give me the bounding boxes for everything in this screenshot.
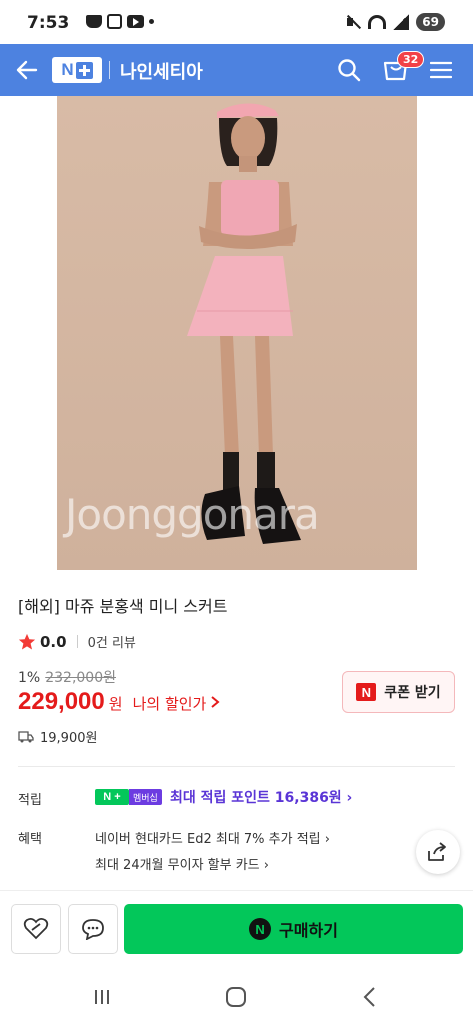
naver-plus-membership-badge: N + 멤버십 bbox=[95, 789, 162, 805]
shipping-fee: 19,900원 bbox=[40, 731, 98, 746]
truck-icon bbox=[18, 731, 34, 743]
scan-icon bbox=[107, 14, 122, 29]
buy-button[interactable]: N 구매하기 bbox=[124, 904, 463, 954]
section-divider bbox=[18, 766, 455, 767]
nav-back-icon[interactable] bbox=[360, 986, 380, 1008]
purchase-bar: N 구매하기 bbox=[0, 890, 473, 970]
share-icon bbox=[428, 842, 446, 861]
status-bar: 7:53 69 bbox=[0, 0, 473, 44]
sale-price: 229,000 bbox=[18, 688, 105, 715]
rating-divider bbox=[76, 635, 78, 648]
naver-n-icon: N bbox=[356, 683, 377, 701]
home-icon[interactable] bbox=[226, 987, 246, 1007]
benefit-label: 혜택 bbox=[18, 832, 42, 847]
coupon-label: 쿠폰 받기 bbox=[384, 685, 441, 701]
membership-tag: 멤버십 bbox=[129, 789, 162, 805]
battery-icon: 69 bbox=[416, 13, 445, 31]
share-button[interactable] bbox=[416, 830, 460, 874]
my-discount-price-link[interactable]: 나의 할인가 bbox=[133, 693, 207, 714]
store-name[interactable]: 나인세티아 bbox=[120, 58, 203, 84]
product-image[interactable]: Joonggonara bbox=[57, 96, 417, 570]
recent-apps-icon[interactable] bbox=[93, 988, 111, 1006]
heart-icon bbox=[23, 917, 49, 940]
app-header: N 나인세티아 32 bbox=[0, 44, 473, 96]
header-divider bbox=[109, 61, 110, 79]
rating-value: 0.0 bbox=[40, 632, 67, 651]
coffee-icon bbox=[86, 15, 102, 28]
search-icon[interactable] bbox=[337, 58, 361, 82]
coupon-button[interactable]: N 쿠폰 받기 bbox=[342, 671, 455, 713]
talktalk-button[interactable] bbox=[68, 904, 118, 954]
price-unit: 원 bbox=[108, 695, 123, 713]
points-label: 적립 bbox=[18, 793, 42, 808]
back-arrow-icon[interactable] bbox=[16, 59, 38, 81]
product-title: [해외] 마쥬 분홍색 미니 스커트 bbox=[18, 597, 228, 616]
system-nav-bar bbox=[0, 970, 473, 1024]
notification-icons bbox=[86, 14, 154, 29]
youtube-icon bbox=[127, 15, 144, 28]
naver-pay-icon: N bbox=[249, 918, 272, 940]
status-time: 7:53 bbox=[27, 13, 70, 33]
shipping-row: 19,900원 bbox=[18, 727, 97, 746]
n-logo-icon: N bbox=[61, 60, 74, 79]
cart-count-badge: 32 bbox=[397, 51, 425, 68]
watermark-text: Joonggonara bbox=[65, 490, 320, 539]
wishlist-button[interactable] bbox=[11, 904, 61, 954]
max-points-link[interactable]: 최대 적립 포인트 16,386원 › bbox=[170, 787, 352, 807]
discount-row: 1% 232,000원 bbox=[18, 667, 116, 687]
card-benefit-link[interactable]: 네이버 현대카드 Ed2 최대 7% 추가 적립 › bbox=[95, 828, 330, 847]
menu-icon[interactable] bbox=[430, 60, 452, 80]
price-row: 229,000 원 나의 할인가 bbox=[18, 688, 220, 716]
chat-icon bbox=[82, 919, 104, 940]
more-notifications-icon bbox=[149, 19, 154, 24]
star-icon bbox=[18, 633, 36, 650]
system-icons: 69 bbox=[345, 13, 445, 31]
original-price: 232,000원 bbox=[45, 670, 116, 686]
naver-plus-logo[interactable]: N bbox=[52, 57, 102, 83]
mute-icon bbox=[345, 14, 361, 30]
review-count[interactable]: 0건 리뷰 bbox=[88, 632, 136, 651]
discount-percent: 1% bbox=[18, 670, 41, 686]
rating-row[interactable]: 0.0 0건 리뷰 bbox=[18, 632, 136, 651]
installment-benefit-link[interactable]: 최대 24개월 무이자 할부 카드 › bbox=[95, 854, 269, 873]
chevron-right-icon bbox=[211, 696, 220, 708]
buy-label: 구매하기 bbox=[279, 921, 338, 940]
wifi-icon bbox=[368, 15, 387, 29]
signal-icon bbox=[393, 14, 410, 30]
plus-logo-icon bbox=[75, 61, 93, 79]
naver-plus-icon: N + bbox=[95, 789, 129, 805]
